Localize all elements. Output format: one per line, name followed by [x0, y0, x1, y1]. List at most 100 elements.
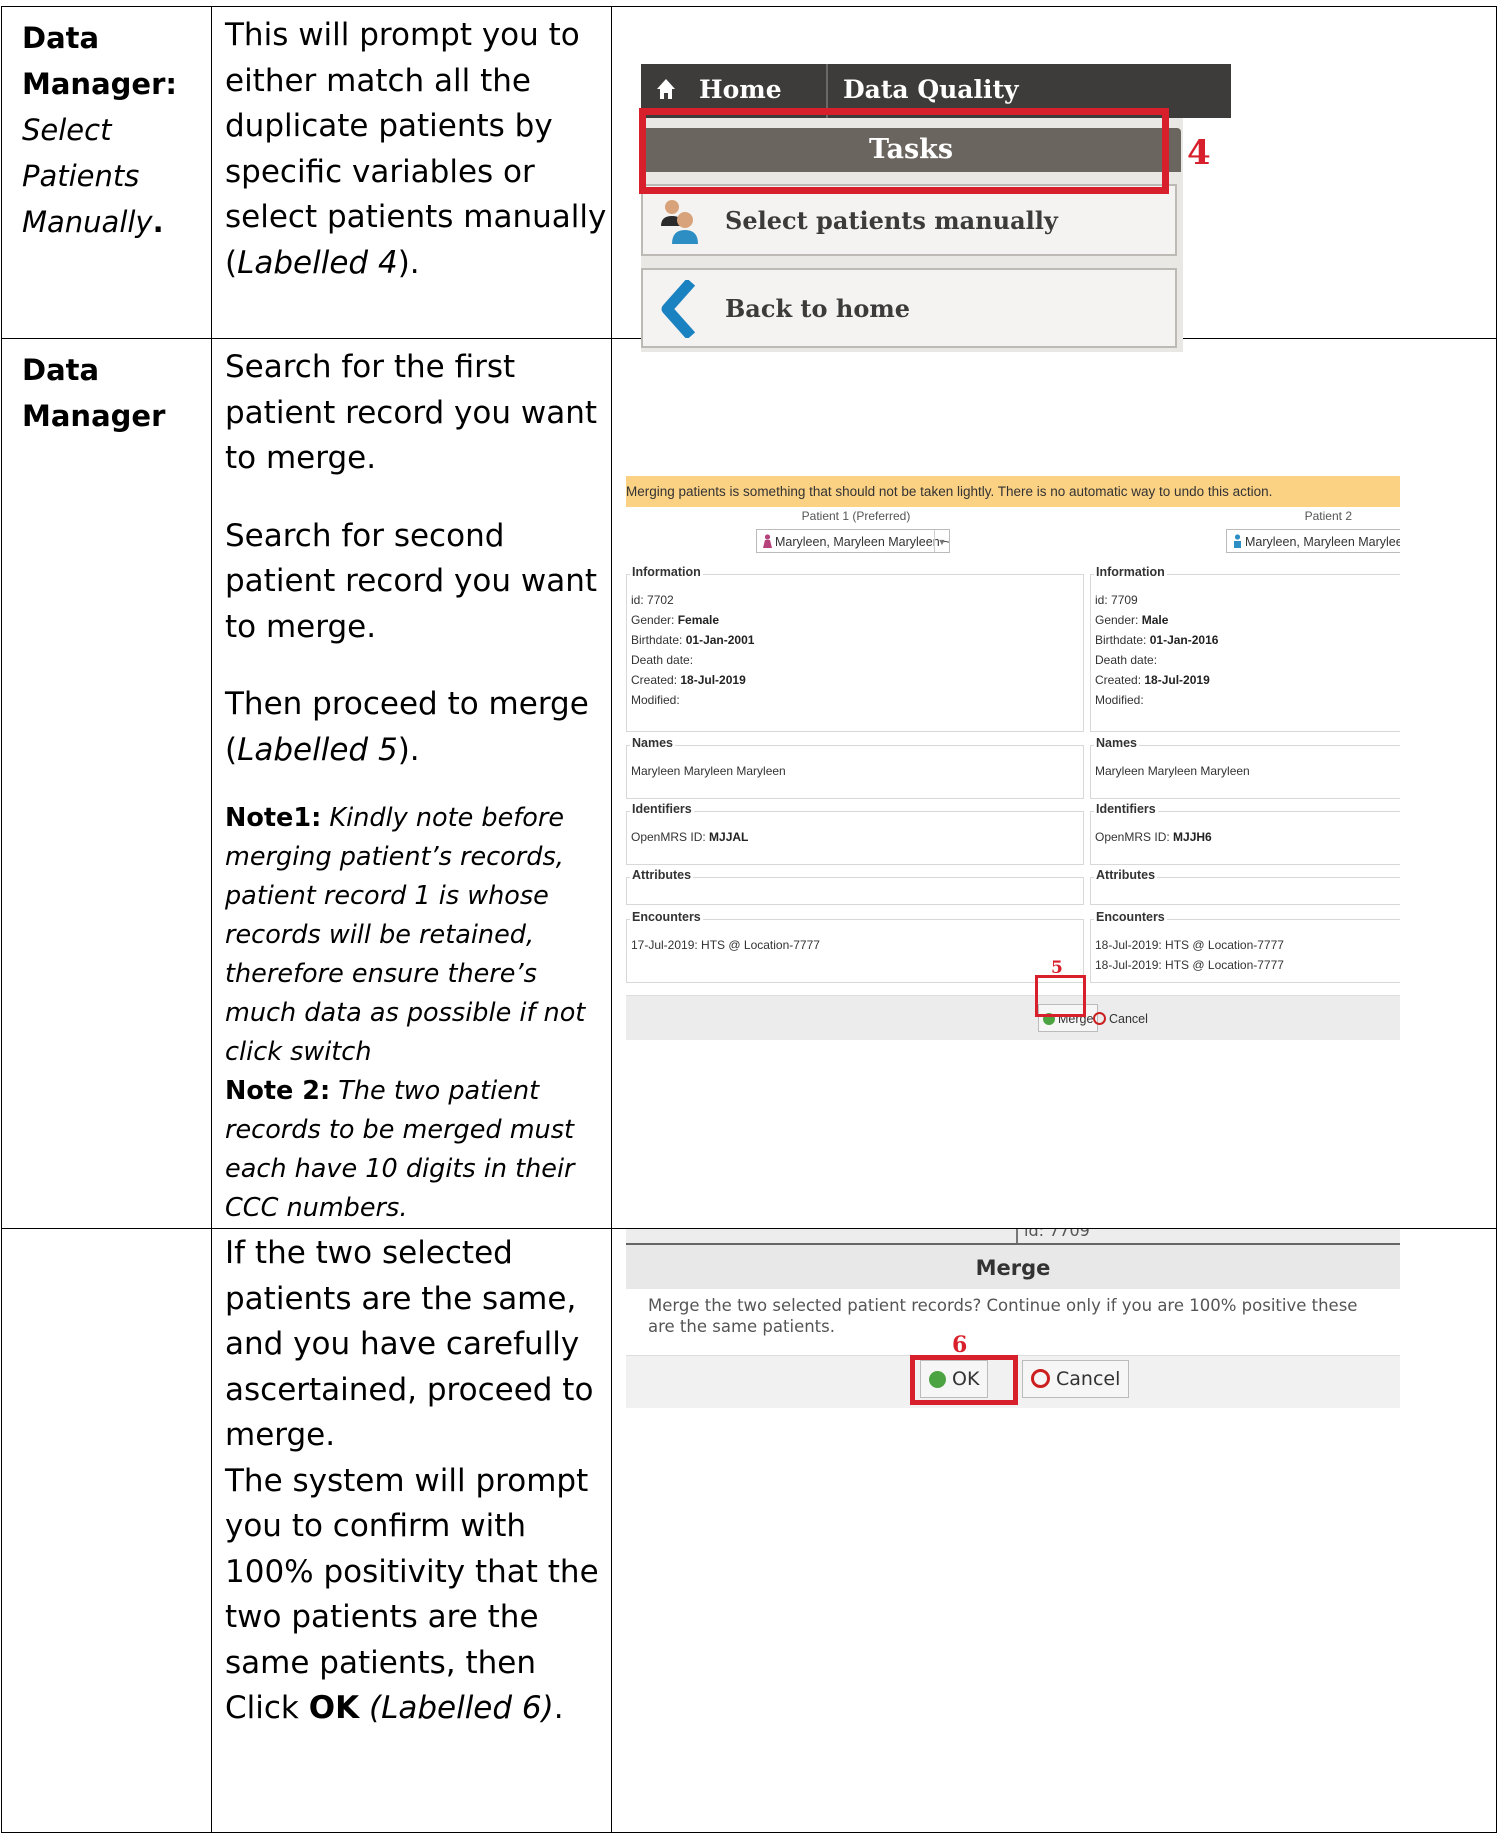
instructions-table: Data Manager: Select Patients Manually. … [1, 6, 1497, 1833]
encounter-text: 17-Jul-2019: HTS @ Location-7777 [631, 938, 820, 952]
info-created: Created: 18-Jul-2019 [1095, 673, 1210, 687]
description-cell: Search for the first patient record you … [211, 338, 612, 1229]
info-label: Gender: [631, 613, 675, 627]
information-legend: Information [1094, 565, 1167, 579]
cancel-icon [1093, 1012, 1106, 1025]
info-death-date: Death date: [1095, 653, 1158, 667]
cancel-icon [1031, 1369, 1050, 1388]
dialog-message: Merge the two selected patient records? … [648, 1296, 1358, 1336]
info-label: id: [631, 593, 644, 607]
info-value: 7709 [1111, 593, 1138, 607]
info-label: OpenMRS ID: [631, 830, 706, 844]
identifiers-fieldset: Identifiers OpenMRS ID: MJJH6 [1090, 802, 1400, 865]
names-fieldset: Names Maryleen Maryleen Maryleen [1090, 736, 1400, 799]
nav-home-link[interactable]: Home [699, 75, 782, 104]
merge-patients-screenshot: Merging patients is something that shoul… [626, 476, 1400, 1040]
cancel-button[interactable]: Cancel [1088, 1004, 1153, 1032]
tasks-screenshot: Home Data Quality Tasks Select patients … [639, 52, 1231, 352]
highlight-box-4 [639, 108, 1169, 194]
encounter-text: 18-Jul-2019: HTS @ Location-7777 [1095, 958, 1284, 972]
merge-warning-banner: Merging patients is something that shoul… [626, 476, 1400, 507]
dialog-body: Merge the two selected patient records? … [626, 1289, 1400, 1355]
patient-name: Maryleen Maryleen Maryleen [1095, 764, 1250, 778]
male-person-icon [1234, 534, 1241, 548]
description-cell: If the two selected patients are the sam… [211, 1228, 612, 1833]
info-death-date: Death date: [631, 653, 694, 667]
encounters-legend: Encounters [630, 910, 703, 924]
role-cell [1, 1228, 212, 1833]
merge-dialog-screenshot: id: 7709 Merge Merge the two selected pa… [626, 1229, 1400, 1417]
info-label: Created: [631, 673, 678, 687]
ok-ref: OK [308, 1690, 360, 1726]
step-search-second: Search for second patient record you wan… [225, 517, 598, 645]
patient-2-title: Patient 2 [1304, 509, 1352, 523]
cancel-button[interactable]: Cancel [1022, 1360, 1130, 1398]
step-confirm-same: If the two selected patients are the sam… [225, 1235, 594, 1453]
screenshot-cell: Merging patients is something that shoul… [611, 338, 1497, 1229]
names-fieldset: Names Maryleen Maryleen Maryleen [626, 736, 1084, 799]
info-birthdate: Birthdate: 01-Jan-2016 [1095, 633, 1218, 647]
patient-2-select[interactable]: Maryleen, Maryleen Maryleen ~3 ... [1226, 529, 1400, 553]
dropdown-arrow-icon[interactable]: ▼ [934, 530, 949, 552]
description-cell: This will prompt you to either match all… [211, 6, 612, 339]
nav-data-quality[interactable]: Data Quality [843, 75, 1019, 104]
step-label-ref: (Labelled 6) [368, 1690, 554, 1726]
info-label: Birthdate: [631, 633, 683, 647]
paren-close: ). [397, 244, 420, 281]
encounters-fieldset: Encounters 18-Jul-2019: HTS @ Location-7… [1090, 910, 1400, 983]
highlight-box-5 [1035, 975, 1086, 1017]
encounters-legend: Encounters [1094, 910, 1167, 924]
patient-2-select-value: Maryleen, Maryleen Maryleen ~3 ... [1245, 535, 1400, 549]
info-value: 18-Jul-2019 [1144, 673, 1210, 687]
divider [1016, 1229, 1018, 1243]
info-value: Male [1141, 613, 1169, 627]
step-merge-text: Then proceed to merge [225, 686, 589, 722]
background-page: id: 7709 [626, 1229, 1400, 1243]
step-label-ref: Labelled 4 [237, 244, 398, 281]
highlight-box-6 [910, 1355, 1018, 1405]
info-modified: Modified: [631, 693, 680, 707]
step-search-first: Search for the first patient record you … [225, 349, 598, 476]
select-patients-manually-item[interactable]: Select patients manually [641, 184, 1177, 256]
patient-1-select-value: Maryleen, Maryleen Maryleen ~18... [775, 535, 950, 549]
identifiers-legend: Identifiers [1094, 802, 1158, 816]
screenshot-cell: Home Data Quality Tasks Select patients … [611, 6, 1497, 352]
patient-1-title: Patient 1 (Preferred) [801, 509, 911, 523]
table-row: Data Manager: Select Patients Manually. … [1, 6, 1497, 352]
info-modified: Modified: [1095, 693, 1144, 707]
info-created: Created: 18-Jul-2019 [631, 673, 746, 687]
role-cell: Data Manager: Select Patients Manually. [1, 6, 212, 339]
info-birthdate: Birthdate: 01-Jan-2001 [631, 633, 754, 647]
role-end: . [152, 205, 164, 239]
encounter-item: 18-Jul-2019: HTS @ Location-7777 [1095, 938, 1284, 952]
background-peek-text: id: 7709 [1024, 1229, 1090, 1240]
info-value: MJJH6 [1173, 830, 1212, 844]
info-id: id: 7702 [631, 593, 674, 607]
home-icon[interactable] [655, 76, 677, 102]
users-icon [661, 200, 698, 244]
highlight-label-6: 6 [952, 1332, 968, 1358]
role-title: Data Manager: [22, 21, 177, 101]
female-person-icon [763, 534, 772, 548]
identifiers-fieldset: Identifiers OpenMRS ID: MJJAL [626, 802, 1084, 865]
step-click-ok: The system will prompt you to confirm wi… [225, 1459, 607, 1732]
patient-1-select[interactable]: Maryleen, Maryleen Maryleen ~18... ▼ [756, 529, 950, 553]
back-to-home-item[interactable]: Back to home [641, 268, 1177, 348]
encounter-text: 18-Jul-2019: HTS @ Location-7777 [1095, 938, 1284, 952]
paren-close: ). [397, 731, 420, 768]
info-value: 01-Jan-2016 [1149, 633, 1219, 647]
paren-open: ( [225, 731, 238, 768]
table-row: Data Manager Search for the first patien… [1, 338, 1497, 1229]
note-2: Note 2: The two patient records to be me… [225, 1072, 607, 1228]
note-1-label: Note1: [225, 803, 322, 833]
info-label: Gender: [1095, 613, 1139, 627]
info-label: Birthdate: [1095, 633, 1147, 647]
screenshot-cell: id: 7709 Merge Merge the two selected pa… [611, 1228, 1497, 1833]
info-gender: Gender: Female [631, 613, 719, 627]
info-label: Created: [1095, 673, 1142, 687]
names-legend: Names [1094, 736, 1139, 750]
chevron-left-icon [661, 280, 696, 338]
